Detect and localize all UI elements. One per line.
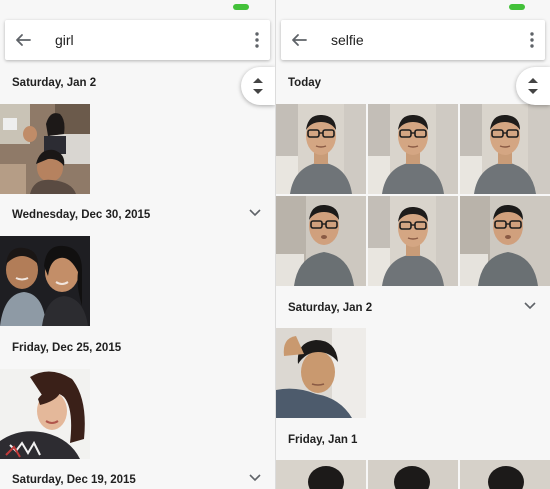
date-header: Saturday, Dec 19, 2015 [0, 462, 275, 489]
fast-scroll-handle[interactable] [241, 67, 275, 105]
photo-thumbnail[interactable] [276, 196, 366, 286]
date-label: Today [288, 77, 322, 89]
search-query[interactable]: girl [55, 32, 74, 48]
left-search-panel: girl Saturday, Jan 2 Wednesday, Dec 30, [0, 0, 275, 489]
photo-thumbnail[interactable] [368, 196, 458, 286]
photo-thumbnail[interactable] [276, 104, 366, 194]
arrow-back-icon[interactable] [15, 32, 31, 48]
photo-thumbnail[interactable] [276, 460, 366, 489]
status-indicator [233, 4, 249, 10]
status-indicator [509, 4, 525, 10]
results-list: Saturday, Jan 2 Wednesday, Dec 30, 2015 [0, 62, 275, 489]
photo-thumbnail[interactable] [0, 369, 90, 459]
right-search-panel: selfie Today Saturday, Jan 2 Friday, Jan… [276, 0, 550, 489]
photo-thumbnail[interactable] [368, 460, 458, 489]
photo-thumbnail[interactable] [460, 196, 550, 286]
search-query[interactable]: selfie [331, 32, 364, 48]
fast-scroll-handle[interactable] [516, 67, 550, 105]
date-header: Today [276, 65, 550, 101]
fast-scroll-icon [528, 78, 538, 94]
photo-thumbnail[interactable] [368, 104, 458, 194]
date-header: Saturday, Jan 2 [0, 65, 275, 101]
photo-thumbnail[interactable] [0, 236, 90, 326]
photo-thumbnail[interactable] [460, 104, 550, 194]
results-list: Today Saturday, Jan 2 Friday, Jan 1 [276, 62, 550, 489]
date-label: Saturday, Jan 2 [288, 302, 373, 314]
more-vert-icon[interactable] [254, 31, 260, 49]
photo-thumbnail[interactable] [276, 328, 366, 418]
more-vert-icon[interactable] [529, 31, 535, 49]
date-label: Saturday, Jan 2 [12, 77, 97, 89]
photo-thumbnail[interactable] [460, 460, 550, 489]
search-bar: girl [5, 20, 270, 60]
search-bar: selfie [281, 20, 545, 60]
chevron-down-icon[interactable] [249, 474, 261, 482]
date-label: Friday, Jan 1 [288, 434, 358, 446]
fast-scroll-icon [253, 78, 263, 94]
date-header: Saturday, Jan 2 [276, 290, 550, 326]
date-label: Saturday, Dec 19, 2015 [12, 474, 136, 486]
date-header: Wednesday, Dec 30, 2015 [0, 197, 275, 233]
chevron-down-icon[interactable] [249, 209, 261, 217]
chevron-down-icon[interactable] [524, 302, 536, 310]
photo-thumbnail[interactable] [0, 104, 90, 194]
date-header: Friday, Jan 1 [276, 422, 550, 458]
arrow-back-icon[interactable] [291, 32, 307, 48]
date-label: Friday, Dec 25, 2015 [12, 342, 122, 354]
date-label: Wednesday, Dec 30, 2015 [12, 209, 151, 221]
date-header: Friday, Dec 25, 2015 [0, 330, 275, 366]
